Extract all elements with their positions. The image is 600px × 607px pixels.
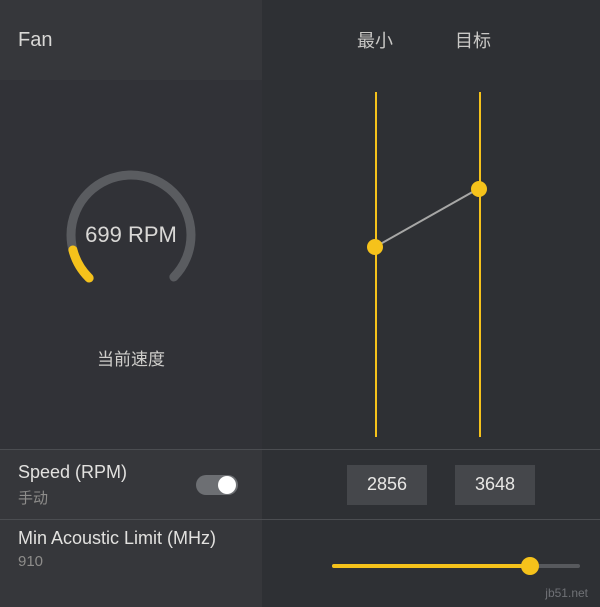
gauge-caption: 当前速度 xyxy=(97,345,165,370)
acoustic-slider[interactable] xyxy=(332,564,580,568)
watermark: jb51.net xyxy=(541,585,592,601)
acoustic-row: Min Acoustic Limit (MHz) 910 xyxy=(0,519,262,607)
vertical-slider-area xyxy=(262,80,600,449)
min-slider-track[interactable] xyxy=(375,92,377,437)
section-title: Fan xyxy=(0,0,262,80)
target-slider-knob[interactable] xyxy=(471,181,487,197)
value-row: 2856 3648 xyxy=(262,449,600,519)
section-title-text: Fan xyxy=(18,29,52,52)
slider-headers: 最小 目标 xyxy=(262,0,600,80)
acoustic-row-title: Min Acoustic Limit (MHz) xyxy=(18,528,216,549)
speed-row-title: Speed (RPM) xyxy=(18,462,127,483)
speed-row-sub: 手动 xyxy=(18,487,127,508)
acoustic-row-value: 910 xyxy=(18,553,216,570)
left-pane: Fan 699 RPM 当前速度 Speed (RPM) 手动 Min Acou… xyxy=(0,0,262,607)
right-pane: 最小 目标 2856 3648 jb51.net xyxy=(262,0,600,607)
min-value-input[interactable]: 2856 xyxy=(347,465,427,505)
gauge-value: 699 RPM xyxy=(51,155,211,315)
min-slider-knob[interactable] xyxy=(367,239,383,255)
header-target: 目标 xyxy=(455,27,491,53)
speed-row: Speed (RPM) 手动 xyxy=(0,449,262,519)
acoustic-slider-fill xyxy=(332,564,530,568)
speed-manual-toggle[interactable] xyxy=(196,475,238,495)
acoustic-slider-knob[interactable] xyxy=(521,557,539,575)
fan-speed-gauge: 699 RPM xyxy=(51,155,211,315)
header-min: 最小 xyxy=(357,27,393,53)
target-slider-track[interactable] xyxy=(479,92,481,437)
slider-connector xyxy=(375,188,480,248)
target-value-input[interactable]: 3648 xyxy=(455,465,535,505)
gauge-area: 699 RPM 当前速度 xyxy=(0,80,262,449)
